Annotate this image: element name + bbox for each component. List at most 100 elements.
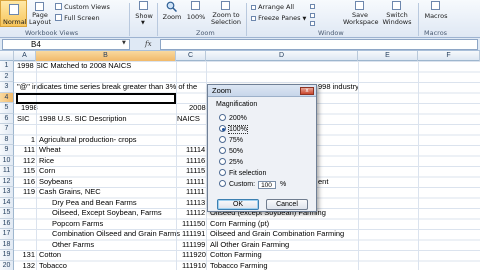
- row-header[interactable]: 7: [0, 124, 14, 135]
- cell-c15[interactable]: 11112: [186, 208, 205, 219]
- row-header[interactable]: 18: [0, 239, 14, 250]
- row-header[interactable]: 20: [0, 260, 14, 270]
- row-header[interactable]: 15: [0, 208, 14, 219]
- cell-b9[interactable]: Wheat: [39, 145, 61, 156]
- row-header[interactable]: 3: [0, 82, 14, 93]
- row-header[interactable]: 8: [0, 134, 14, 145]
- switch-windows-label: Switch Windows: [382, 11, 412, 26]
- cell-b17[interactable]: Combination Oilseed and Grain Farms: [52, 229, 180, 240]
- custom-zoom-input[interactable]: 100: [258, 181, 277, 189]
- zoom-option-200[interactable]: 200%: [219, 114, 247, 124]
- row-header[interactable]: 9: [0, 145, 14, 156]
- cell-a20[interactable]: 132: [14, 261, 35, 270]
- cell-b20[interactable]: Tobacco: [39, 261, 67, 270]
- cell-c17[interactable]: 111191: [182, 229, 205, 240]
- cell-a6[interactable]: SIC: [17, 114, 30, 125]
- cancel-button[interactable]: Cancel: [266, 199, 308, 210]
- cell-a8[interactable]: 1: [14, 135, 35, 146]
- column-header-e[interactable]: E: [358, 51, 418, 61]
- zoom-option-custom[interactable]: Custom: 100 %: [219, 180, 286, 190]
- gridline: [176, 61, 177, 270]
- row-header[interactable]: 11: [0, 166, 14, 177]
- cell-c9[interactable]: 11114: [186, 145, 205, 156]
- name-box-dropdown-icon[interactable]: ▼: [122, 40, 126, 46]
- zoom-to-selection-label: Zoom to Selection: [211, 11, 241, 26]
- cell-d12[interactable]: ent: [318, 177, 328, 188]
- row-header[interactable]: 1: [0, 61, 14, 72]
- cell-d16[interactable]: Corn Farming (pt): [210, 219, 269, 230]
- column-header-f[interactable]: F: [418, 51, 480, 61]
- cell-c10[interactable]: 11116: [186, 156, 205, 167]
- cell-b19[interactable]: Cotton: [39, 250, 61, 261]
- select-all-corner[interactable]: [0, 51, 14, 61]
- row-header[interactable]: 5: [0, 103, 14, 114]
- cell-c13[interactable]: 11111: [186, 187, 205, 198]
- cell-a3[interactable]: "@" indicates time series break greater …: [17, 82, 197, 93]
- cell-c6[interactable]: NAICS: [177, 114, 200, 125]
- cell-b18[interactable]: Other Farms: [52, 240, 94, 251]
- cell-b6[interactable]: 1998 U.S. SIC Description: [39, 114, 127, 125]
- cell-a1[interactable]: 1998 SIC Matched to 2008 NAICS: [17, 61, 131, 72]
- cell-b13[interactable]: Cash Grains, NEC: [39, 187, 101, 198]
- cell-b12[interactable]: Soybeans: [39, 177, 72, 188]
- cell-b15[interactable]: Oilseed, Except Soybean, Farms: [52, 208, 162, 219]
- zoom-option-25[interactable]: 25%: [219, 158, 243, 168]
- close-icon[interactable]: x: [300, 87, 314, 95]
- row-header[interactable]: 12: [0, 176, 14, 187]
- cell-c5[interactable]: 2008: [189, 103, 206, 114]
- row-header[interactable]: 13: [0, 187, 14, 198]
- cell-d20[interactable]: Tobacco Farming: [210, 261, 268, 270]
- formula-input[interactable]: [160, 39, 478, 50]
- cell-a12[interactable]: 116: [14, 177, 35, 188]
- row-header[interactable]: 6: [0, 113, 14, 124]
- zoom-option-100[interactable]: 100%: [219, 125, 248, 135]
- column-header-c[interactable]: C: [176, 51, 206, 61]
- row-header[interactable]: 4: [0, 92, 14, 103]
- column-header-d[interactable]: D: [206, 51, 358, 61]
- cell-b14[interactable]: Dry Pea and Bean Farms: [52, 198, 137, 209]
- cell-c20[interactable]: 111910: [182, 261, 206, 270]
- cell-c18[interactable]: 111199: [182, 240, 205, 251]
- full-screen-button[interactable]: Full Screen: [55, 14, 100, 22]
- cell-d17[interactable]: Oilseed and Grain Combination Farming: [210, 229, 344, 240]
- row-header[interactable]: 10: [0, 155, 14, 166]
- row-header[interactable]: 19: [0, 250, 14, 261]
- cell-c12[interactable]: 11111: [186, 177, 205, 188]
- cell-c11[interactable]: 11115: [186, 166, 205, 177]
- cell-a11[interactable]: 115: [14, 166, 35, 177]
- zoom-option-50[interactable]: 50%: [219, 147, 243, 157]
- row-header[interactable]: 14: [0, 197, 14, 208]
- row-header[interactable]: 16: [0, 218, 14, 229]
- cell-a9[interactable]: 111: [14, 145, 35, 156]
- cell-b11[interactable]: Corn: [39, 166, 55, 177]
- cell-d18[interactable]: All Other Grain Farming: [210, 240, 289, 251]
- cell-c19[interactable]: 111920: [182, 250, 206, 261]
- cell-a3-overflow: 998 industry: [318, 82, 359, 91]
- cell-b16[interactable]: Popcorn Farms: [52, 219, 103, 230]
- cell-a10[interactable]: 112: [14, 156, 35, 167]
- unhide-icon[interactable]: [310, 21, 315, 26]
- active-cell-b4[interactable]: [16, 93, 176, 104]
- row-header[interactable]: 17: [0, 229, 14, 240]
- insert-function-icon[interactable]: fx: [145, 39, 159, 50]
- hide-icon[interactable]: [310, 13, 315, 18]
- row-header[interactable]: 2: [0, 71, 14, 82]
- cell-a13[interactable]: 119: [14, 187, 35, 198]
- column-header-b[interactable]: B: [36, 51, 176, 61]
- split-icon[interactable]: [310, 4, 315, 9]
- cell-d19[interactable]: Cotton Farming: [210, 250, 262, 261]
- name-box[interactable]: B4: [2, 39, 130, 50]
- normal-view-button[interactable]: Normal: [0, 0, 27, 27]
- column-header-a[interactable]: A: [14, 51, 36, 61]
- ok-button[interactable]: OK: [217, 199, 259, 210]
- arrange-all-button[interactable]: Arrange All: [251, 3, 294, 11]
- zoom-option-75[interactable]: 75%: [219, 136, 243, 146]
- freeze-panes-button[interactable]: Freeze Panes ▼: [251, 14, 306, 23]
- cell-b10[interactable]: Rice: [39, 156, 54, 167]
- cell-b8[interactable]: Agricultural production- crops: [39, 135, 137, 146]
- cell-c16[interactable]: 111150: [182, 219, 205, 230]
- zoom-option-fit-selection[interactable]: Fit selection: [219, 169, 266, 179]
- custom-views-button[interactable]: Custom Views: [55, 3, 110, 11]
- cell-c14[interactable]: 11113: [186, 198, 205, 209]
- cell-a19[interactable]: 131: [14, 250, 35, 261]
